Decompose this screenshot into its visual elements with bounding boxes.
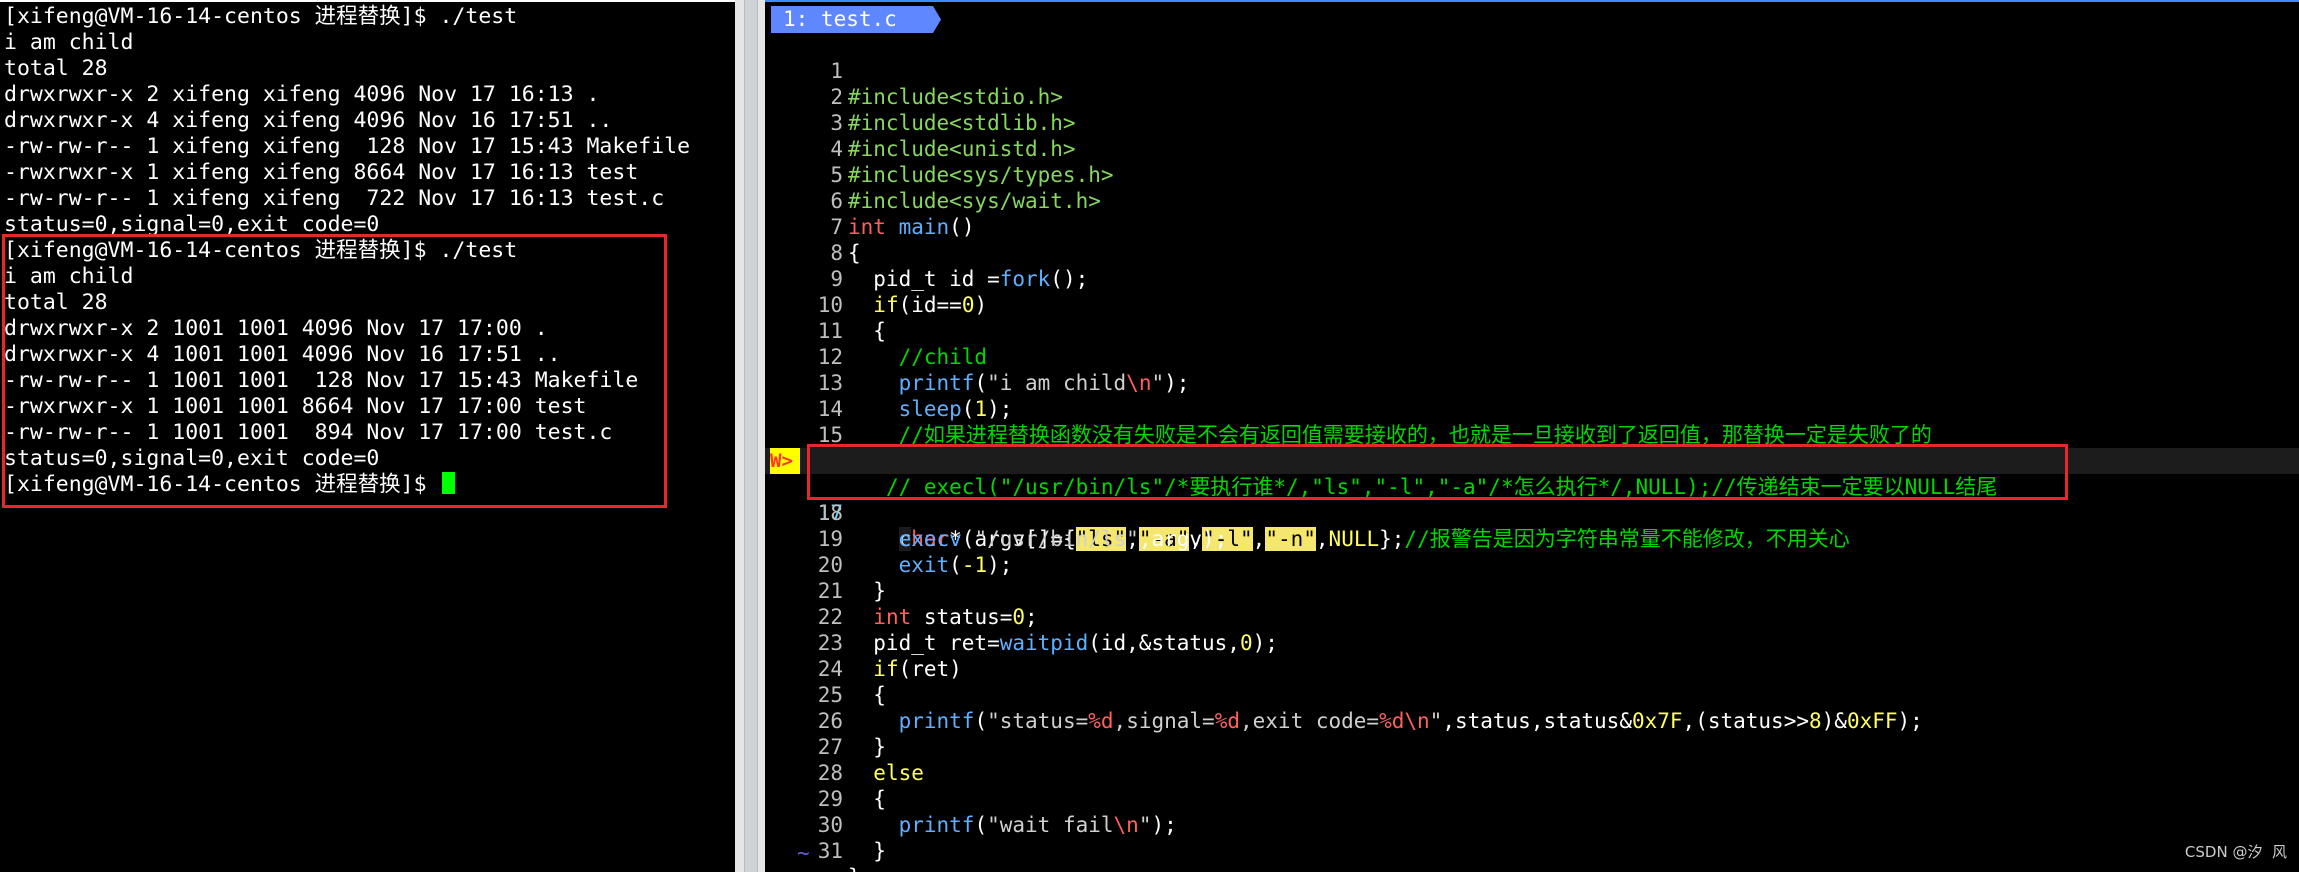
code-line[interactable]: 8 pid_t id =fork(); (765, 214, 2299, 291)
terminal-line: [xifeng@VM-16-14-centos 进程替换]$ ./test (4, 238, 518, 263)
terminal-cursor (441, 472, 455, 494)
code-line[interactable]: 5 #include<sys/wait.h> (765, 136, 2299, 213)
code-line[interactable]: 7 { (765, 188, 2299, 265)
vim-editor[interactable]: 1: test.c 1 #include<stdio.h> 2 #include… (765, 0, 2299, 872)
terminal-window[interactable]: [xifeng@VM-16-14-centos 进程替换]$ ./test i … (0, 0, 735, 872)
code-line[interactable]: 9 if(id==0) (765, 240, 2299, 317)
watermark: CSDN @汐 风 (2184, 843, 2287, 861)
code-line[interactable]: 4 #include<sys/types.h> (765, 110, 2299, 187)
code-line[interactable]: 29 printf("wait fail\n"); (765, 760, 2299, 837)
code-line[interactable]: 1 #include<stdio.h> (765, 32, 2299, 109)
tab-test-c[interactable]: 1: test.c (771, 6, 941, 33)
code-line[interactable]: 26 } (765, 682, 2299, 759)
code-line[interactable]: 10 { (765, 266, 2299, 343)
terminal-line: status=0,signal=0,exit code=0 (4, 446, 380, 471)
scrollbar-track[interactable] (744, 0, 758, 872)
terminal-line: -rw-rw-r-- 1 xifeng xifeng 722 Nov 17 16… (4, 186, 665, 211)
code-line[interactable]: 31 } (765, 812, 2299, 872)
code-text: } (848, 864, 861, 872)
terminal-line: [xifeng@VM-16-14-centos 进程替换]$ ./test (4, 4, 518, 29)
code-line[interactable]: 27 else (765, 708, 2299, 785)
code-line[interactable]: 3 #include<unistd.h> (765, 84, 2299, 161)
terminal-prompt: [xifeng@VM-16-14-centos 进程替换]$ (4, 472, 440, 497)
terminal-line: total 28 (4, 290, 108, 315)
code-text: } (848, 839, 886, 863)
terminal-line: drwxrwxr-x 4 xifeng xifeng 4096 Nov 16 1… (4, 108, 613, 133)
code-line[interactable]: 11 //child (765, 292, 2299, 369)
terminal-line: -rw-rw-r-- 1 1001 1001 894 Nov 17 17:00 … (4, 420, 613, 445)
terminal-line: status=0,signal=0,exit code=0 (4, 212, 380, 237)
terminal-line: drwxrwxr-x 2 1001 1001 4096 Nov 17 17:00… (4, 316, 548, 341)
terminal-line: i am child (4, 30, 134, 55)
code-line[interactable]: 21 int status=0; (765, 552, 2299, 629)
code-line[interactable]: 25 printf("status=%d,signal=%d,exit code… (765, 656, 2299, 733)
code-line[interactable]: 20 } (765, 526, 2299, 603)
code-line[interactable]: 30 } (765, 786, 2299, 863)
code-line[interactable]: 24 { (765, 630, 2299, 707)
terminal-line: total 28 (4, 56, 108, 81)
terminal-line: -rw-rw-r-- 1 1001 1001 128 Nov 17 15:43 … (4, 368, 639, 393)
code-line[interactable]: 19 exit(-1); (765, 500, 2299, 577)
terminal-line: -rwxrwxr-x 1 xifeng xifeng 8664 Nov 17 1… (4, 160, 639, 185)
warning-sign[interactable]: W> (770, 448, 800, 474)
code-line[interactable]: 6 int main() (765, 162, 2299, 239)
code-line[interactable]: 18 execv("/usr/bin/ls",argv); (765, 474, 2299, 551)
terminal-line: drwxrwxr-x 4 1001 1001 4096 Nov 16 17:51… (4, 342, 561, 367)
terminal-prompt-line[interactable]: [xifeng@VM-16-14-centos 进程替换]$ (4, 472, 455, 498)
code-line[interactable]: 12 printf("i am child\n"); (765, 318, 2299, 395)
code-line[interactable]: 14 //如果进程替换函数没有失败是不会有返回值需要接收的，也就是一旦接收到了返… (765, 370, 2299, 447)
code-line[interactable]: 23 if(ret) (765, 604, 2299, 681)
code-line-cursor[interactable]: W> 17 char* argv[]={"ls","-a","-l","-n",… (765, 448, 2299, 551)
terminal-line: drwxrwxr-x 2 xifeng xifeng 4096 Nov 17 1… (4, 82, 600, 107)
terminal-line: i am child (4, 264, 134, 289)
terminal-line: -rw-rw-r-- 1 xifeng xifeng 128 Nov 17 15… (4, 134, 691, 159)
empty-line-marker: ~ (797, 841, 810, 865)
terminal-line: -rwxrwxr-x 1 1001 1001 8664 Nov 17 17:00… (4, 394, 587, 419)
code-line[interactable]: 15 //execl的第一个参数填的是想要替换程序的全路径 (765, 396, 2299, 473)
pane-separator[interactable] (735, 0, 765, 872)
code-line[interactable]: 28 { (765, 734, 2299, 811)
code-line[interactable]: 2 #include<stdlib.h> (765, 58, 2299, 135)
code-line[interactable]: 22 pid_t ret=waitpid(id,&status,0); (765, 578, 2299, 655)
code-line[interactable]: 13 sleep(1); (765, 344, 2299, 421)
code-line[interactable]: 16 // execl("/usr/bin/ls"/*要执行谁*/,"ls","… (765, 422, 2299, 499)
